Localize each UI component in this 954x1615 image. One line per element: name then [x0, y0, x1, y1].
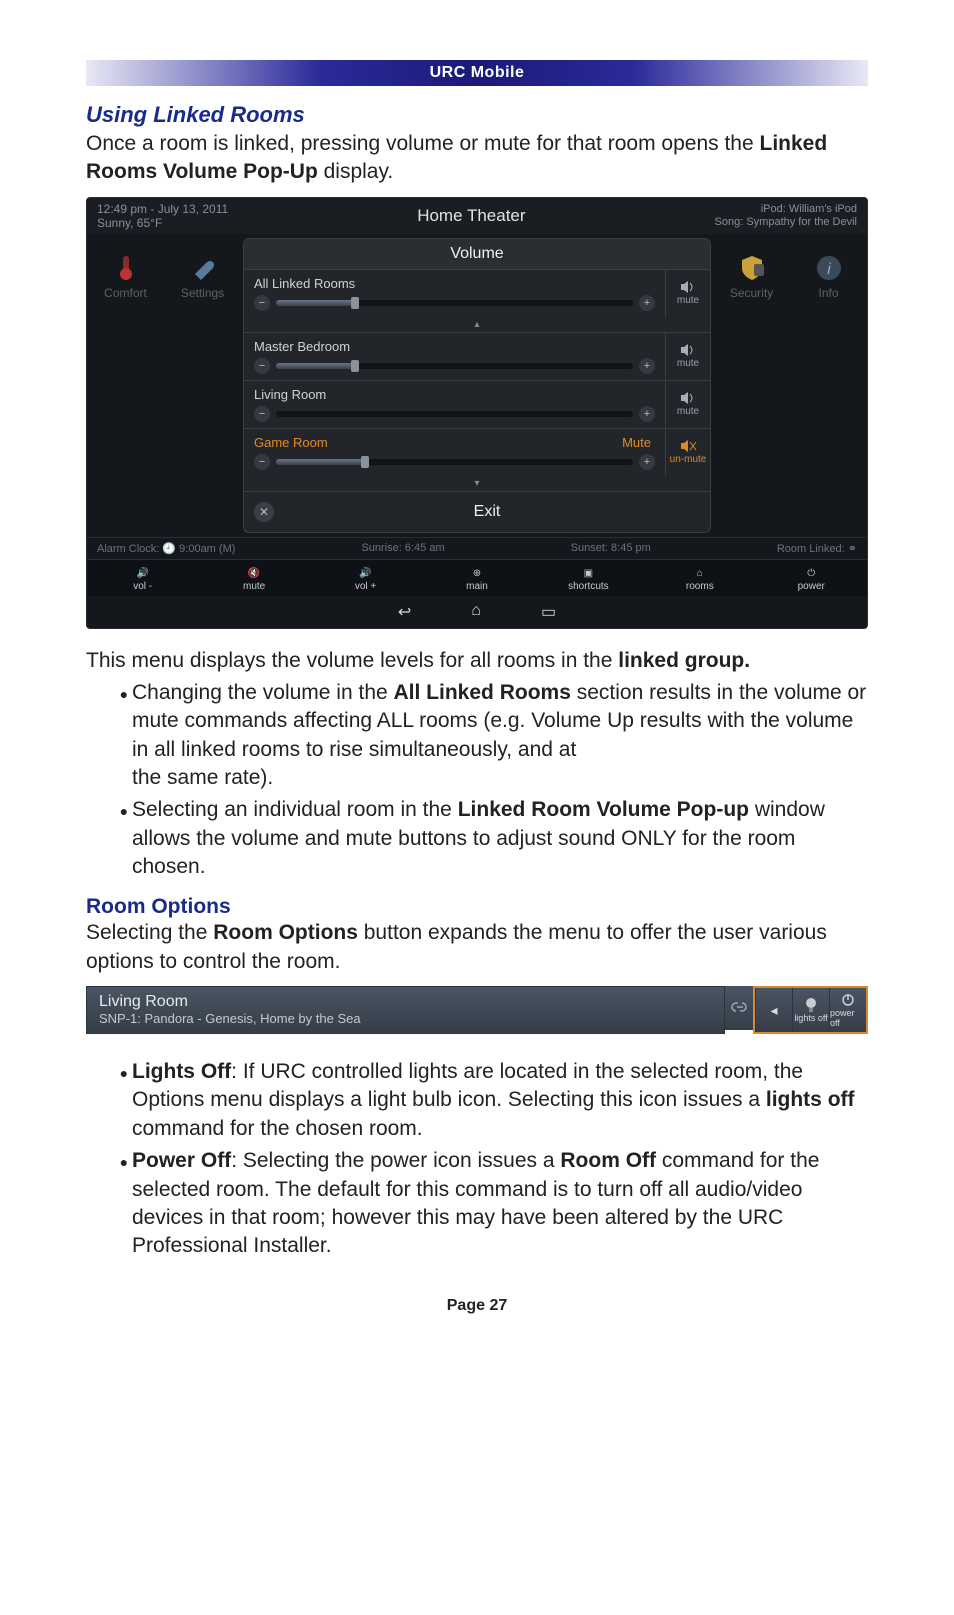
vol-minus-button[interactable]: −: [254, 295, 270, 311]
link-icon[interactable]: [725, 986, 753, 1030]
row-label: All Linked Rooms: [254, 276, 655, 291]
nav-vol-down[interactable]: 🔊vol -: [98, 568, 188, 592]
shield-lock-icon: [736, 254, 768, 282]
nav-mute[interactable]: 🔇mute: [209, 568, 299, 592]
svg-text:i: i: [827, 261, 831, 278]
volume-title: Volume: [244, 239, 710, 269]
volume-row-living-room: Living Room − + mute: [244, 380, 710, 428]
row-label: Game Room: [254, 435, 328, 450]
doc-header-text: URC Mobile: [430, 64, 525, 81]
nav-vol-up[interactable]: 🔊vol +: [321, 568, 411, 592]
list-item: Lights Off: If URC controlled lights are…: [132, 1058, 868, 1143]
speaker-icon: [679, 391, 697, 405]
speaker-icon: [679, 343, 697, 357]
collapse-button[interactable]: ◂: [755, 988, 792, 1032]
thermometer-icon: [110, 254, 142, 282]
volume-slider[interactable]: − +: [254, 454, 655, 470]
speaker-muted-icon: 🔇: [209, 568, 299, 579]
list-item: Power Off: Selecting the power icon issu…: [132, 1147, 868, 1260]
recents-icon[interactable]: ▭: [541, 602, 556, 622]
speaker-icon: 🔊: [98, 568, 188, 579]
list-item: Selecting an individual room in the Link…: [132, 796, 868, 881]
room-options-bar: Living Room SNP-1: Pandora - Genesis, Ho…: [86, 986, 868, 1034]
volume-row-master-bedroom: Master Bedroom − + mute: [244, 332, 710, 380]
status-time: 12:49 pm - July 13, 2011: [97, 202, 228, 216]
exit-row[interactable]: ✕ Exit: [244, 491, 710, 532]
volume-slider[interactable]: − +: [254, 295, 655, 311]
power-off-button[interactable]: power off: [829, 988, 866, 1032]
nav-shortcuts[interactable]: ▣shortcuts: [543, 568, 633, 592]
expander-up[interactable]: ▴: [244, 317, 710, 332]
speaker-icon: 🔊: [321, 568, 411, 579]
vol-plus-button[interactable]: +: [639, 406, 655, 422]
wrench-icon: [187, 254, 219, 282]
room-name: Living Room: [99, 993, 712, 1011]
mute-button[interactable]: mute: [665, 381, 710, 428]
tile-info[interactable]: i Info: [790, 242, 867, 529]
power-icon: ⏻: [766, 568, 856, 579]
vol-minus-button[interactable]: −: [254, 406, 270, 422]
bottom-nav: 🔊vol - 🔇mute 🔊vol + ⊕main ▣shortcuts ⌂ro…: [87, 559, 867, 596]
list-item: Changing the volume in the All Linked Ro…: [132, 679, 868, 792]
info-icon: i: [813, 254, 845, 282]
back-icon[interactable]: ↩: [398, 602, 411, 622]
vol-plus-button[interactable]: +: [639, 295, 655, 311]
app-screenshot: 12:49 pm - July 13, 2011 Sunny, 65°F Hom…: [86, 197, 868, 629]
paragraph-linked-group: This menu displays the volume levels for…: [86, 647, 868, 675]
volume-row-all: All Linked Rooms − + mute: [244, 269, 710, 317]
volume-slider[interactable]: − +: [254, 406, 655, 422]
vol-minus-button[interactable]: −: [254, 454, 270, 470]
speaker-muted-icon: [679, 439, 697, 453]
power-icon: [841, 992, 855, 1008]
expander-down[interactable]: ▾: [244, 476, 710, 491]
tile-settings[interactable]: Settings: [164, 242, 241, 529]
bulb-icon: [804, 997, 818, 1013]
nav-main[interactable]: ⊕main: [432, 568, 522, 592]
vol-plus-button[interactable]: +: [639, 454, 655, 470]
home-icon[interactable]: ⌂: [471, 602, 481, 622]
globe-icon: ⊕: [432, 568, 522, 579]
volume-slider[interactable]: − +: [254, 358, 655, 374]
app-top-bar: 12:49 pm - July 13, 2011 Sunny, 65°F Hom…: [87, 198, 867, 234]
vol-minus-button[interactable]: −: [254, 358, 270, 374]
status-weather: Sunny, 65°F: [97, 216, 228, 230]
now-playing: SNP-1: Pandora - Genesis, Home by the Se…: [99, 1011, 712, 1026]
exit-label: Exit: [274, 503, 700, 521]
tile-security[interactable]: Security: [713, 242, 790, 529]
nav-rooms[interactable]: ⌂rooms: [655, 568, 745, 592]
android-nav: ↩ ⌂ ▭: [87, 596, 867, 628]
tile-comfort[interactable]: Comfort: [87, 242, 164, 529]
paragraph-room-options: Selecting the Room Options button expand…: [86, 919, 868, 976]
mute-button[interactable]: mute: [665, 333, 710, 380]
house-icon: ⌂: [655, 568, 745, 579]
speaker-icon: [679, 280, 697, 294]
nav-power[interactable]: ⏻power: [766, 568, 856, 592]
shortcut-icon: ▣: [543, 568, 633, 579]
page-number: Page 27: [86, 1297, 868, 1315]
section-title-linked-rooms: Using Linked Rooms: [86, 102, 868, 128]
volume-panel: Volume All Linked Rooms − +: [243, 238, 711, 533]
mute-indicator: Mute: [622, 435, 655, 454]
doc-header: URC Mobile: [86, 60, 868, 86]
status-bar: Alarm Clock: 🕘 9:00am (M) Sunrise: 6:45 …: [87, 537, 867, 559]
close-icon[interactable]: ✕: [254, 502, 274, 522]
vol-plus-button[interactable]: +: [639, 358, 655, 374]
intro-paragraph: Once a room is linked, pressing volume o…: [86, 130, 868, 187]
room-info[interactable]: Living Room SNP-1: Pandora - Genesis, Ho…: [86, 986, 725, 1034]
subhead-room-options: Room Options: [86, 895, 868, 919]
screen-title: Home Theater: [417, 206, 525, 226]
row-label: Living Room: [254, 387, 655, 402]
mute-button[interactable]: mute: [665, 270, 710, 317]
unmute-button[interactable]: un-mute: [665, 429, 710, 476]
volume-row-game-room: Game Room Mute − + un-mute: [244, 428, 710, 476]
row-label: Master Bedroom: [254, 339, 655, 354]
lights-off-button[interactable]: lights off: [792, 988, 829, 1032]
